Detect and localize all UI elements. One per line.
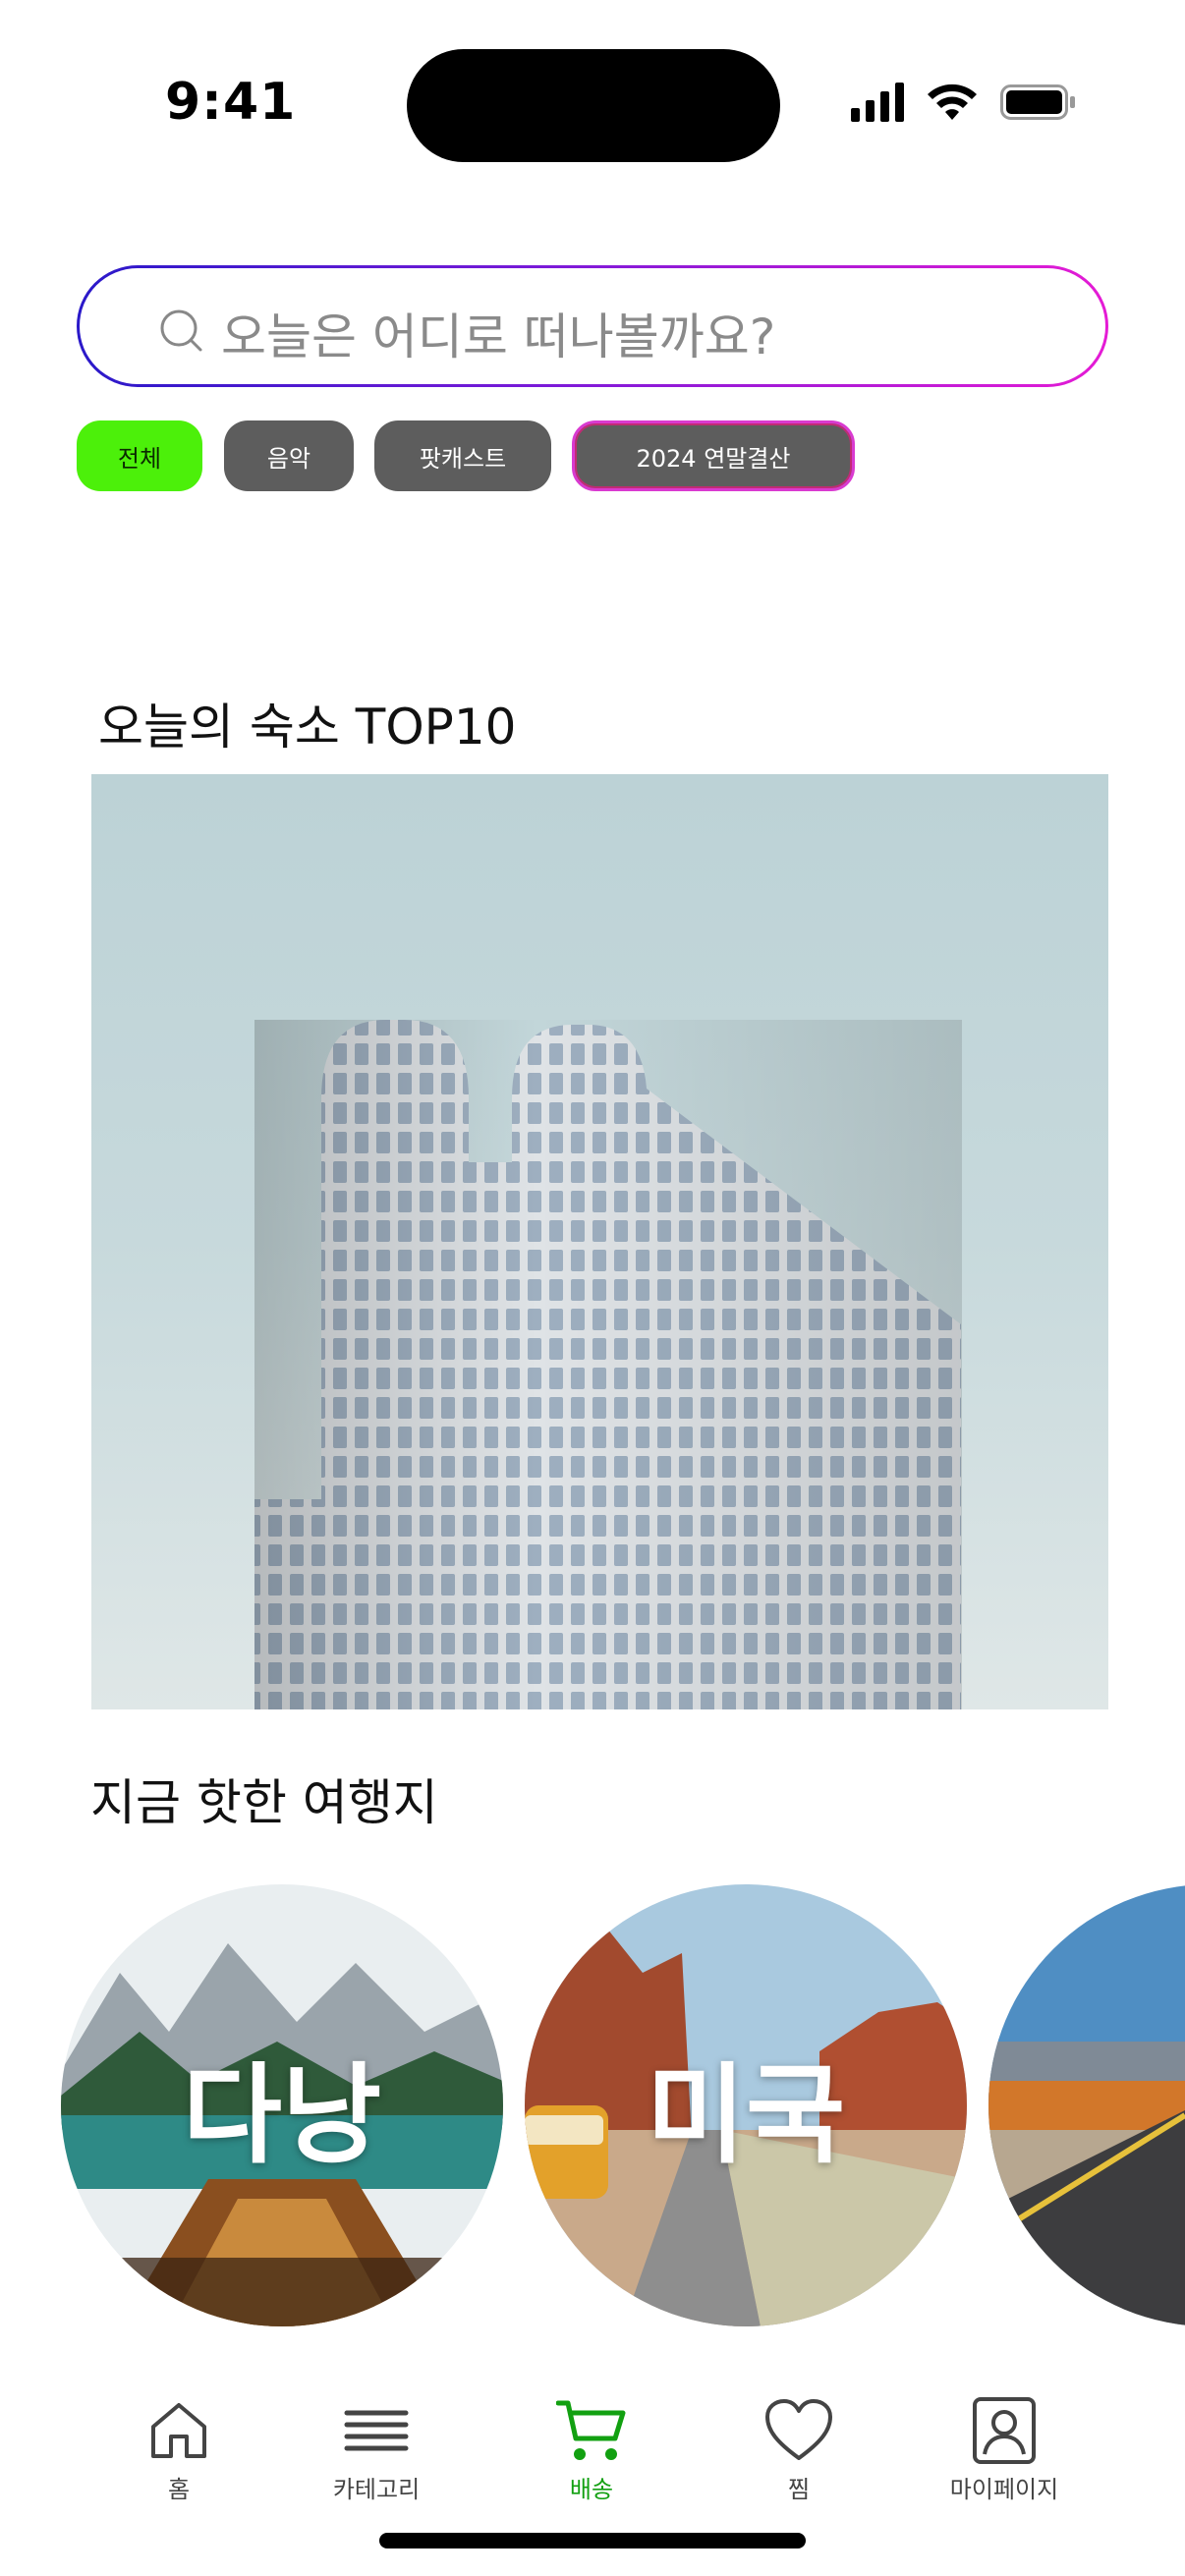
battery-icon bbox=[1000, 84, 1075, 120]
destination-carousel[interactable]: 다낭 미국 bbox=[0, 1884, 1185, 2328]
building-photo bbox=[254, 1020, 962, 1709]
wifi-icon bbox=[928, 84, 977, 120]
tab-label: 찜 bbox=[787, 2476, 811, 2503]
dynamic-island bbox=[407, 49, 780, 162]
top10-hero-image[interactable] bbox=[91, 774, 1108, 1709]
tab-label: 홈 bbox=[167, 2476, 191, 2503]
menu-icon bbox=[344, 2410, 409, 2451]
home-indicator[interactable] bbox=[379, 2533, 806, 2548]
tab-mypage[interactable]: 마이페이지 bbox=[906, 2397, 1102, 2515]
top10-title: 오늘의 숙소 TOP10 bbox=[98, 699, 517, 756]
status-icons bbox=[851, 83, 1077, 132]
chip-podcast[interactable]: 팟캐스트 bbox=[374, 420, 551, 491]
search-bar[interactable]: 오늘은 어디로 떠나볼까요? bbox=[77, 265, 1108, 387]
tab-delivery[interactable]: 배송 bbox=[493, 2397, 690, 2515]
tab-category[interactable]: 카테고리 bbox=[278, 2397, 475, 2515]
cart-icon bbox=[556, 2400, 626, 2460]
home-icon bbox=[151, 2403, 206, 2458]
tab-home[interactable]: 홈 bbox=[81, 2397, 277, 2515]
destination-card-road[interactable] bbox=[988, 1884, 1185, 2326]
chip-music[interactable]: 음악 bbox=[224, 420, 354, 491]
destination-name bbox=[988, 1884, 1185, 2326]
tab-bar: 홈 카테고리 배송 찜 마이페이지 bbox=[0, 2378, 1185, 2525]
user-icon bbox=[973, 2397, 1036, 2464]
chip-all[interactable]: 전체 bbox=[77, 420, 202, 491]
status-bar: 9:41 bbox=[0, 0, 1185, 167]
heart-icon bbox=[765, 2399, 832, 2460]
destination-card-danang[interactable]: 다낭 bbox=[61, 1884, 503, 2326]
search-input[interactable]: 오늘은 어디로 떠나볼까요? bbox=[80, 268, 1105, 384]
signal-icon bbox=[851, 83, 904, 122]
destination-card-usa[interactable]: 미국 bbox=[525, 1884, 967, 2326]
tab-label: 카테고리 bbox=[332, 2476, 421, 2503]
search-icon bbox=[160, 309, 202, 352]
tab-label: 배송 bbox=[569, 2476, 614, 2503]
tab-wishlist[interactable]: 찜 bbox=[701, 2397, 897, 2515]
status-time: 9:41 bbox=[165, 73, 297, 132]
tab-label: 마이페이지 bbox=[949, 2476, 1059, 2503]
chip-year-end[interactable]: 2024 연말결산 bbox=[572, 420, 855, 491]
hot-destinations-title: 지금 핫한 여행지 bbox=[90, 1774, 438, 1831]
destination-name: 다낭 bbox=[182, 2052, 382, 2178]
search-placeholder: 오늘은 어디로 떠나볼까요? bbox=[221, 308, 776, 365]
destination-name: 미국 bbox=[646, 2052, 846, 2178]
